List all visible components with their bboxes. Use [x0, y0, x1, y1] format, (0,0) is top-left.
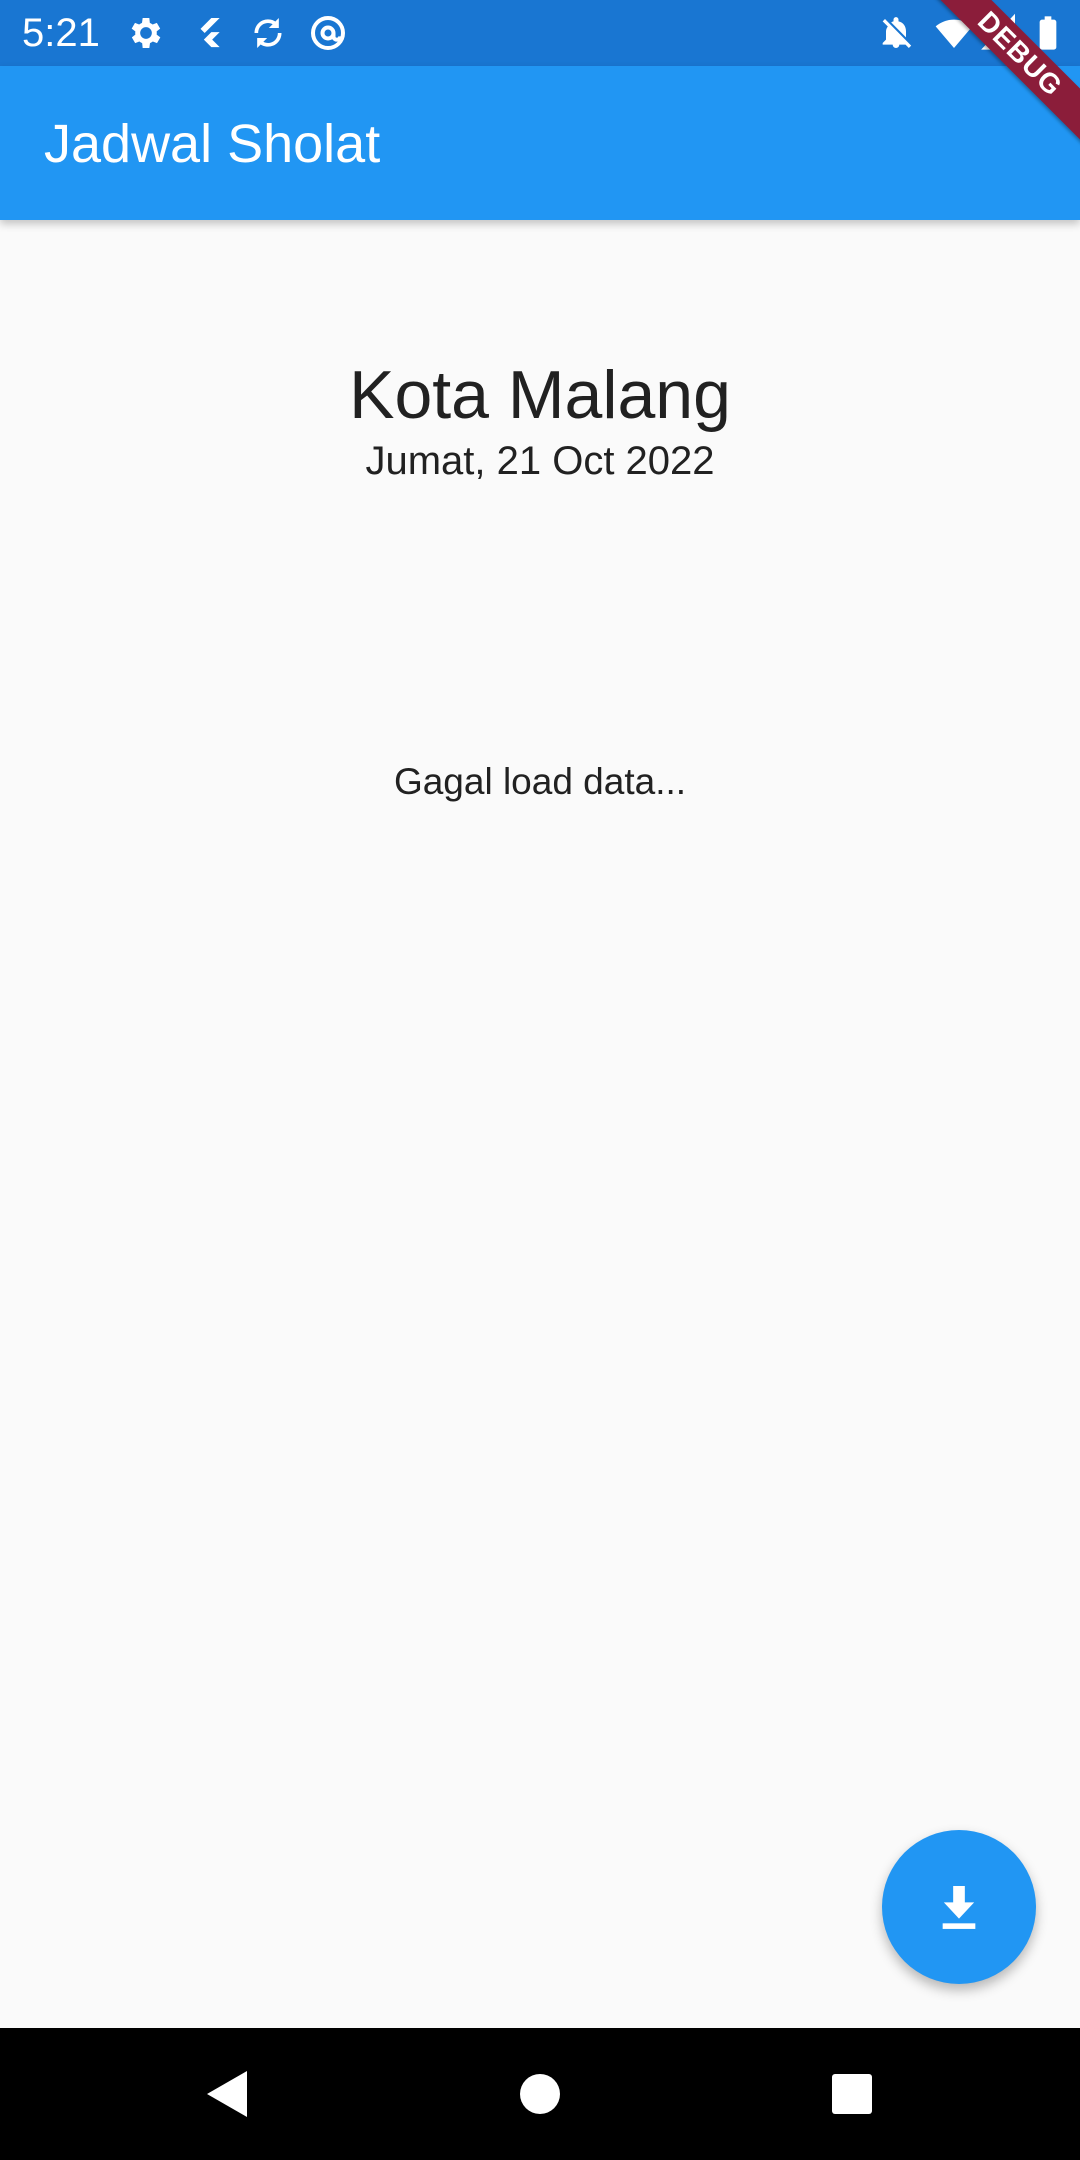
sync-icon: [248, 13, 288, 53]
download-icon: [942, 1886, 976, 1929]
recents-icon: [832, 2074, 872, 2114]
flutter-icon: [188, 13, 228, 53]
current-date: Jumat, 21 Oct 2022: [365, 439, 715, 483]
app-bar: Jadwal Sholat: [0, 66, 1080, 220]
back-icon: [207, 2071, 247, 2117]
back-button[interactable]: [196, 2064, 256, 2124]
load-status-message: Gagal load data...: [393, 761, 687, 802]
status-time: 5:21: [22, 11, 100, 55]
gear-icon: [126, 13, 166, 53]
at-sign-icon: [308, 13, 348, 53]
app-title: Jadwal Sholat: [44, 114, 381, 174]
home-icon: [520, 2074, 560, 2114]
battery-icon: [1028, 13, 1068, 53]
notifications-off-icon: [876, 13, 916, 53]
navigation-bar: [0, 2028, 1080, 2160]
signal-icon: [980, 13, 1020, 53]
city-name: Kota Malang: [349, 357, 731, 433]
home-button[interactable]: [510, 2064, 570, 2124]
status-bar: 5:21: [0, 0, 1080, 66]
recents-button[interactable]: [822, 2064, 882, 2124]
download-button[interactable]: [882, 1830, 1036, 1984]
wifi-icon: [934, 13, 974, 53]
